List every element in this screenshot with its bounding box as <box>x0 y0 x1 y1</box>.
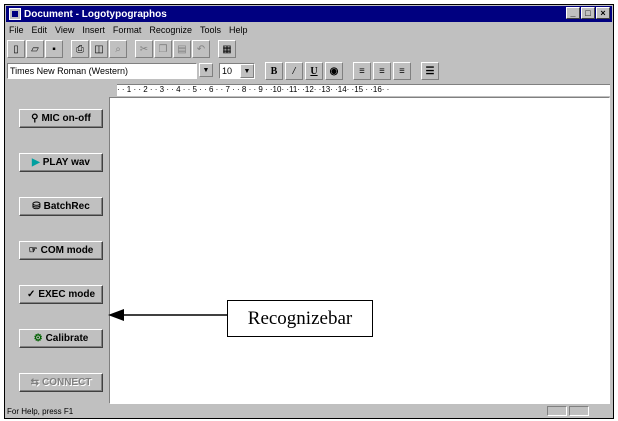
calibrate-label: Calibrate <box>45 333 89 344</box>
print-preview-icon[interactable]: ◫ <box>90 40 108 58</box>
connect-button[interactable]: ⇆ CONNECT <box>19 373 103 392</box>
batchrec-button[interactable]: ⛁ BatchRec <box>19 197 103 216</box>
paste-icon[interactable]: ▤ <box>173 40 191 58</box>
menu-bar: File Edit View Insert Format Recognize T… <box>7 23 611 37</box>
document-editor[interactable] <box>109 97 610 404</box>
copy-icon[interactable]: ❐ <box>154 40 172 58</box>
new-doc-icon[interactable]: ▯ <box>7 40 25 58</box>
app-window: Document - Logotypographos _ □ × File Ed… <box>4 4 614 419</box>
format-toolbar: Times New Roman (Western) ▼ 10 ▼ B / U ◉… <box>7 61 439 81</box>
chevron-down-icon: ▼ <box>199 63 213 77</box>
align-left-icon[interactable]: ≡ <box>353 62 371 80</box>
open-folder-icon[interactable]: ▱ <box>26 40 44 58</box>
microphone-icon: ⚲ <box>31 113 39 124</box>
menu-format[interactable]: Format <box>113 25 142 35</box>
ruler-track: · · 1 · · 2 · · 3 · · 4 · · 5 · · 6 · · … <box>117 84 610 96</box>
align-center-icon[interactable]: ≡ <box>373 62 391 80</box>
window-controls: _ □ × <box>566 7 610 19</box>
recognizebar: ⚲ MIC on-off ▶ PLAY wav ⛁ BatchRec ☞ COM… <box>7 97 105 404</box>
save-icon[interactable]: ▪ <box>45 40 63 58</box>
minimize-button[interactable]: _ <box>566 7 580 19</box>
close-button[interactable]: × <box>596 7 610 19</box>
font-select-value: Times New Roman (Western) <box>10 66 129 76</box>
mic-button-label: MIC on-off <box>41 113 91 124</box>
window-title: Document - Logotypographos <box>24 8 167 20</box>
app-icon[interactable] <box>9 8 21 20</box>
mic-button[interactable]: ⚲ MIC on-off <box>19 109 103 128</box>
check-icon: ✓ <box>26 289 36 300</box>
ruler[interactable]: · · 1 · · 2 · · 3 · · 4 · · 5 · · 6 · · … <box>109 83 610 96</box>
title-bar[interactable]: Document - Logotypographos _ □ × <box>6 6 612 22</box>
play-wav-label: PLAY wav <box>42 157 90 168</box>
undo-icon[interactable]: ↶ <box>192 40 210 58</box>
ruler-scale: · · 1 · · 2 · · 3 · · 4 · · 5 · · 6 · · … <box>117 85 390 94</box>
status-pane <box>547 406 567 416</box>
status-bar: For Help, press F1 <box>7 405 611 417</box>
resize-grip-icon[interactable] <box>591 406 611 416</box>
menu-file[interactable]: File <box>9 25 24 35</box>
insert-object-icon[interactable]: ▦ <box>218 40 236 58</box>
play-wav-button[interactable]: ▶ PLAY wav <box>19 153 103 172</box>
connect-icon: ⇆ <box>30 377 39 388</box>
bold-button[interactable]: B <box>265 62 283 80</box>
menu-insert[interactable]: Insert <box>82 25 105 35</box>
exec-mode-label: EXEC mode <box>38 289 96 300</box>
italic-button[interactable]: / <box>285 62 303 80</box>
status-text: For Help, press F1 <box>7 406 74 416</box>
print-icon[interactable]: ⎙ <box>71 40 89 58</box>
menu-help[interactable]: Help <box>229 25 248 35</box>
callout-arrow-head <box>108 309 124 321</box>
size-select-value: 10 <box>222 66 233 76</box>
status-pane <box>569 406 589 416</box>
hand-icon: ☞ <box>28 245 38 256</box>
callout-label: Recognizebar <box>227 300 373 337</box>
menu-recognize[interactable]: Recognize <box>149 25 192 35</box>
calibrate-button[interactable]: ⚙ Calibrate <box>19 329 103 348</box>
batch-icon: ⛁ <box>32 201 41 212</box>
size-select[interactable]: 10 ▼ <box>219 63 255 79</box>
menu-edit[interactable]: Edit <box>32 25 48 35</box>
color-icon[interactable]: ◉ <box>325 62 343 80</box>
underline-button[interactable]: U <box>305 62 323 80</box>
menu-view[interactable]: View <box>55 25 74 35</box>
play-icon: ▶ <box>32 157 40 168</box>
font-dropdown[interactable]: ▼ <box>199 63 213 79</box>
bullets-icon[interactable]: ☰ <box>421 62 439 80</box>
cut-icon[interactable]: ✂ <box>135 40 153 58</box>
callout-arrow <box>108 309 230 321</box>
com-mode-label: COM mode <box>40 245 94 256</box>
exec-mode-button[interactable]: ✓ EXEC mode <box>19 285 103 304</box>
batchrec-label: BatchRec <box>43 201 90 212</box>
maximize-button[interactable]: □ <box>581 7 595 19</box>
com-mode-button[interactable]: ☞ COM mode <box>19 241 103 260</box>
calibrate-icon: ⚙ <box>33 333 43 344</box>
standard-toolbar: ▯ ▱ ▪ ⎙ ◫ ⌕ ✂ ❐ ▤ ↶ ▦ <box>7 39 236 59</box>
connect-label: CONNECT <box>41 377 92 388</box>
align-right-icon[interactable]: ≡ <box>393 62 411 80</box>
find-icon[interactable]: ⌕ <box>109 40 127 58</box>
menu-tools[interactable]: Tools <box>200 25 221 35</box>
chevron-down-icon: ▼ <box>240 64 254 78</box>
font-select[interactable]: Times New Roman (Western) <box>7 63 197 79</box>
